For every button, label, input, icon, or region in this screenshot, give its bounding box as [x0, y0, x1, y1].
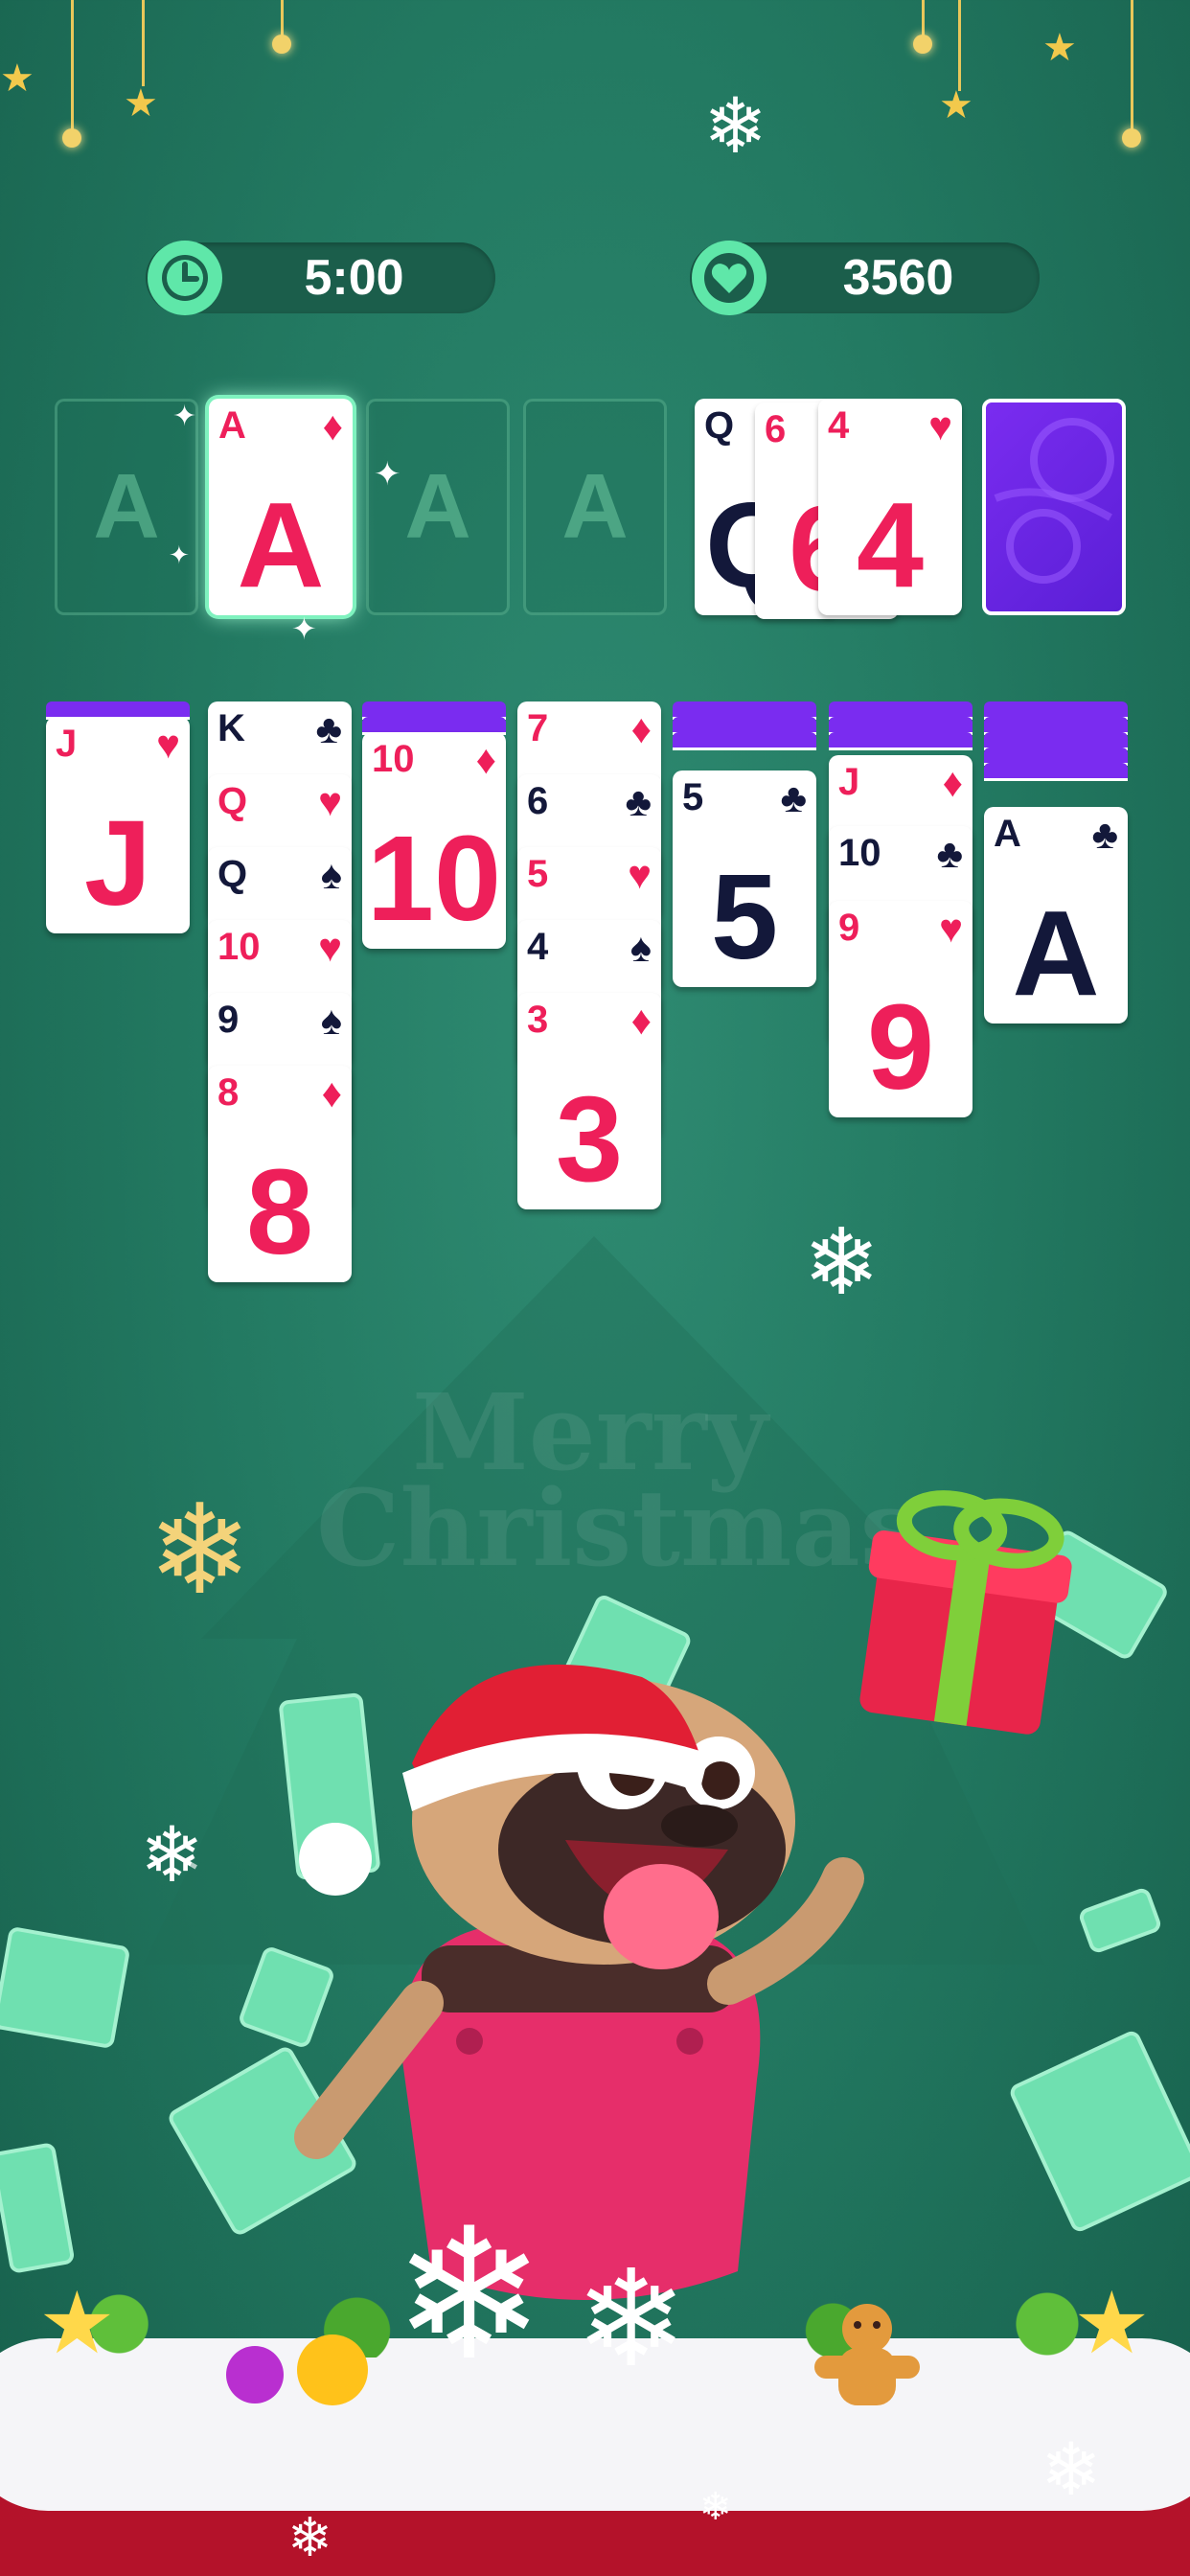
hidden-card — [673, 732, 816, 750]
tableau-card-nine-hearts[interactable]: 9 ♥ 9 — [829, 901, 973, 1117]
snowflake-icon: ❄ — [287, 2507, 332, 2567]
ornament-string — [142, 0, 145, 86]
tableau-card-jack-hearts[interactable]: J ♥ J — [46, 717, 190, 933]
card-suit-icon: ♦ — [322, 403, 343, 448]
gingerbread-icon — [814, 2304, 920, 2405]
ornament-bulb — [913, 34, 932, 54]
card-face-rank: A — [237, 477, 325, 612]
waste-card-four-hearts[interactable]: 4 ♥ 4 — [818, 399, 962, 615]
star-ornament: ★ — [38, 2276, 116, 2372]
money-bill-decoration — [1077, 1886, 1163, 1955]
foundation-card-ace-diamonds[interactable]: A ♦ A — [209, 399, 353, 615]
hidden-card — [829, 732, 973, 750]
money-bill-decoration — [0, 2142, 76, 2274]
card-rank: A — [218, 404, 246, 447]
tableau-card-three-diamonds[interactable]: 3 ♦ 3 — [517, 993, 661, 1209]
star-ornament: ★ — [1073, 2276, 1151, 2372]
ornament-bulb — [1122, 128, 1141, 148]
ornament-bulb — [62, 128, 81, 148]
ornament-ball-yellow — [297, 2334, 368, 2405]
snowflake-icon: ❄ — [1041, 2429, 1102, 2511]
foundation-slot-3[interactable]: A — [366, 399, 510, 615]
ornament-ball-purple — [226, 2346, 284, 2404]
money-bill-decoration — [0, 1925, 131, 2050]
tableau-card-ace-clubs[interactable]: A ♣ A — [984, 807, 1128, 1024]
snowflake-icon: ❄ — [575, 2243, 688, 2394]
heart-icon — [692, 241, 767, 315]
clock-icon — [148, 241, 222, 315]
snowflake-icon: ❄ — [699, 2486, 732, 2528]
sparkle-icon: ✦ — [374, 456, 401, 493]
snowflake-icon: ❄ — [703, 83, 768, 169]
star-ornament: ★ — [1042, 27, 1077, 69]
timer-display: 5:00 — [146, 241, 495, 315]
star-ornament: ★ — [0, 58, 34, 100]
sparkle-icon: ✦ — [291, 611, 317, 646]
star-ornament: ★ — [939, 84, 973, 126]
ornament-string — [958, 0, 961, 91]
ornament-bulb — [272, 34, 291, 54]
hidden-card — [984, 763, 1128, 781]
sparkle-icon: ✦ — [172, 401, 197, 432]
ornament-string — [71, 0, 74, 134]
ornament-string — [922, 0, 925, 38]
tableau-card-ten-diamonds[interactable]: 10 ♦ 10 — [362, 732, 506, 949]
stock-pile[interactable] — [982, 399, 1126, 615]
background-greeting-line2: Christmas — [316, 1466, 920, 1590]
ornament-string — [281, 0, 284, 38]
timer-value: 5:00 — [304, 250, 404, 306]
star-ornament: ★ — [124, 82, 158, 125]
sparkle-icon: ✦ — [169, 540, 190, 569]
snowflake-icon: ❄ — [393, 2194, 546, 2397]
tableau-card-five-clubs[interactable]: 5 ♣ 5 — [673, 770, 816, 987]
ornament-string — [1131, 0, 1133, 134]
heart-suit-icon: ♥ — [928, 403, 952, 448]
score-value: 3560 — [842, 250, 954, 306]
foundation-slot-4[interactable]: A — [523, 399, 667, 615]
score-display: 3560 — [690, 241, 1040, 315]
